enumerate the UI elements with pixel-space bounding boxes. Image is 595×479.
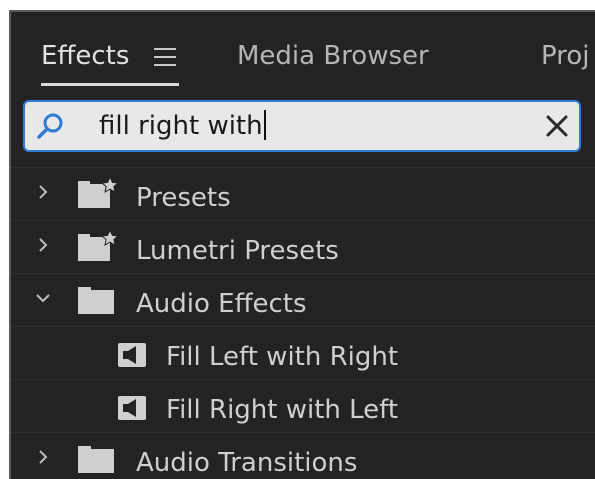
tab-project[interactable]: Proj	[541, 38, 589, 78]
audio-effect-icon	[118, 343, 146, 367]
audio-effect-icon	[118, 396, 146, 420]
tree-item-label: Lumetri Presets	[136, 236, 339, 266]
search-input-value: fill right with	[99, 111, 263, 141]
tree-item-fill-right-with-left[interactable]: Fill Right with Left	[11, 379, 595, 432]
active-tab-indicator	[41, 83, 179, 86]
search-field[interactable]: fill right with	[23, 100, 581, 152]
clear-search-icon[interactable]	[543, 112, 571, 140]
tree-item-label: Presets	[136, 183, 231, 213]
chevron-right-icon[interactable]	[33, 447, 53, 467]
tree-item-audio-transitions[interactable]: Audio Transitions	[11, 432, 595, 479]
search-icon	[37, 113, 63, 139]
folder-icon	[78, 446, 114, 473]
tree-item-label: Audio Transitions	[136, 448, 358, 478]
tree-item-presets[interactable]: Presets	[11, 167, 595, 220]
preset-folder-icon	[78, 176, 119, 208]
tree-item-lumetri-presets[interactable]: Lumetri Presets	[11, 220, 595, 273]
tree-item-label: Fill Right with Left	[166, 395, 399, 425]
screenshot-frame: Effects Media Browser Proj fill right wi…	[0, 0, 595, 479]
panel-menu-icon[interactable]	[154, 48, 176, 66]
tab-effects[interactable]: Effects	[41, 38, 129, 78]
tree-item-audio-effects[interactable]: Audio Effects	[11, 273, 595, 326]
tab-media-browser[interactable]: Media Browser	[237, 38, 429, 78]
preset-folder-icon	[78, 229, 119, 261]
panel-tab-bar: Effects Media Browser Proj	[11, 12, 595, 94]
folder-icon	[78, 287, 114, 314]
tree-item-label: Audio Effects	[136, 289, 307, 319]
chevron-right-icon[interactable]	[33, 182, 53, 202]
tree-item-fill-left-with-right[interactable]: Fill Left with Right	[11, 326, 595, 379]
effects-panel: Effects Media Browser Proj fill right wi…	[9, 10, 595, 479]
tree-item-label: Fill Left with Right	[166, 342, 399, 372]
search-input[interactable]: fill right with	[99, 108, 266, 144]
chevron-right-icon[interactable]	[33, 235, 53, 255]
text-caret	[263, 110, 266, 140]
chevron-down-icon[interactable]	[33, 288, 53, 308]
